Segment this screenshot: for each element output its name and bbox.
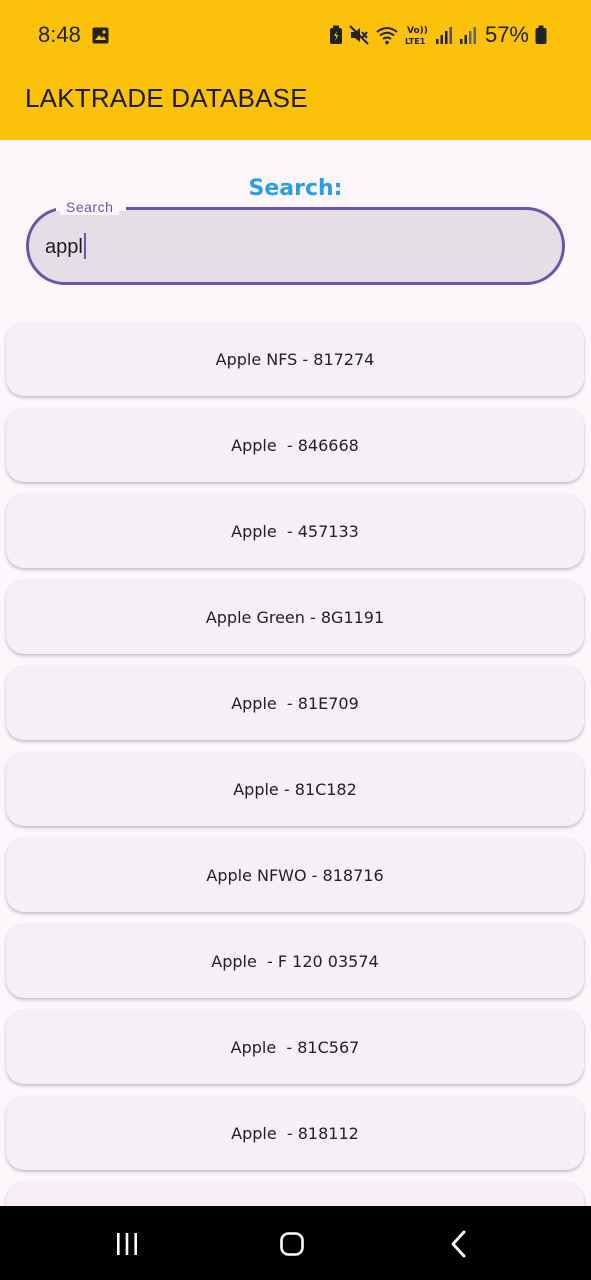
home-icon[interactable] xyxy=(272,1228,312,1260)
status-bar: 8:48 Vo)) LTE1 57% xyxy=(0,0,591,70)
search-input[interactable] xyxy=(26,207,565,285)
list-item-label: Apple NFS - 817274 xyxy=(215,349,375,369)
results-list[interactable]: Apple NFS - 817274 Apple - 846668 Apple … xyxy=(0,322,591,1206)
app-title: LAKTRADE DATABASE xyxy=(25,83,308,113)
signal-icon xyxy=(459,27,476,44)
list-item[interactable]: Apple - F 120 03574 xyxy=(6,924,584,998)
list-item[interactable]: Apple Green - 8G1191 xyxy=(6,580,584,654)
list-item-label: Apple - 81C567 xyxy=(230,1037,360,1057)
text-cursor xyxy=(83,233,86,259)
battery-saver-icon xyxy=(329,25,342,44)
mute-icon xyxy=(349,25,369,45)
list-item-partial[interactable] xyxy=(6,1182,584,1206)
recents-icon[interactable] xyxy=(107,1228,147,1260)
list-item-label: Apple - 457133 xyxy=(231,521,359,541)
navigation-bar xyxy=(0,1206,591,1280)
list-item-label: Apple - 846668 xyxy=(231,435,359,455)
list-item[interactable]: Apple NFWO - 818716 xyxy=(6,838,584,912)
list-item[interactable]: Apple - 81C567 xyxy=(6,1010,584,1084)
signal-icon xyxy=(435,27,452,44)
list-item-label: Apple - 81E709 xyxy=(231,693,359,713)
list-item[interactable]: Apple - 81C182 xyxy=(6,752,584,826)
svg-text:Vo)): Vo)) xyxy=(407,26,428,36)
svg-text:LTE1: LTE1 xyxy=(405,37,426,46)
status-icons: Vo)) LTE1 57% xyxy=(329,22,547,48)
search-input-value[interactable]: appl xyxy=(45,233,86,259)
list-item[interactable]: Apple - 457133 xyxy=(6,494,584,568)
search-heading: Search: xyxy=(248,176,343,201)
search-text: appl xyxy=(45,236,83,258)
volte-lte-icon: Vo)) LTE1 xyxy=(405,26,428,46)
battery-percent: 57% xyxy=(484,22,529,47)
list-item[interactable]: Apple NFS - 817274 xyxy=(6,322,584,396)
list-item-label: Apple - F 120 03574 xyxy=(211,951,379,971)
list-item[interactable]: Apple - 818112 xyxy=(6,1096,584,1170)
list-item-label: Apple - 818112 xyxy=(231,1123,359,1143)
gallery-icon xyxy=(92,27,109,44)
battery-icon xyxy=(535,25,547,44)
status-time: 8:48 xyxy=(38,22,81,47)
list-item-label: Apple - 81C182 xyxy=(233,779,357,799)
list-item[interactable]: Apple - 81E709 xyxy=(6,666,584,740)
list-item-label: Apple Green - 8G1191 xyxy=(205,607,385,627)
wifi-icon xyxy=(376,27,398,45)
app-screen: 8:48 Vo)) LTE1 57% LAKTRADE DATABASE Sea… xyxy=(0,0,591,1280)
list-item-label: Apple NFWO - 818716 xyxy=(206,865,384,885)
back-icon[interactable] xyxy=(438,1228,478,1260)
app-header: 8:48 Vo)) LTE1 57% LAKTRADE DATABASE xyxy=(0,0,591,140)
list-item[interactable]: Apple - 846668 xyxy=(6,408,584,482)
search-label: Search xyxy=(60,199,120,215)
